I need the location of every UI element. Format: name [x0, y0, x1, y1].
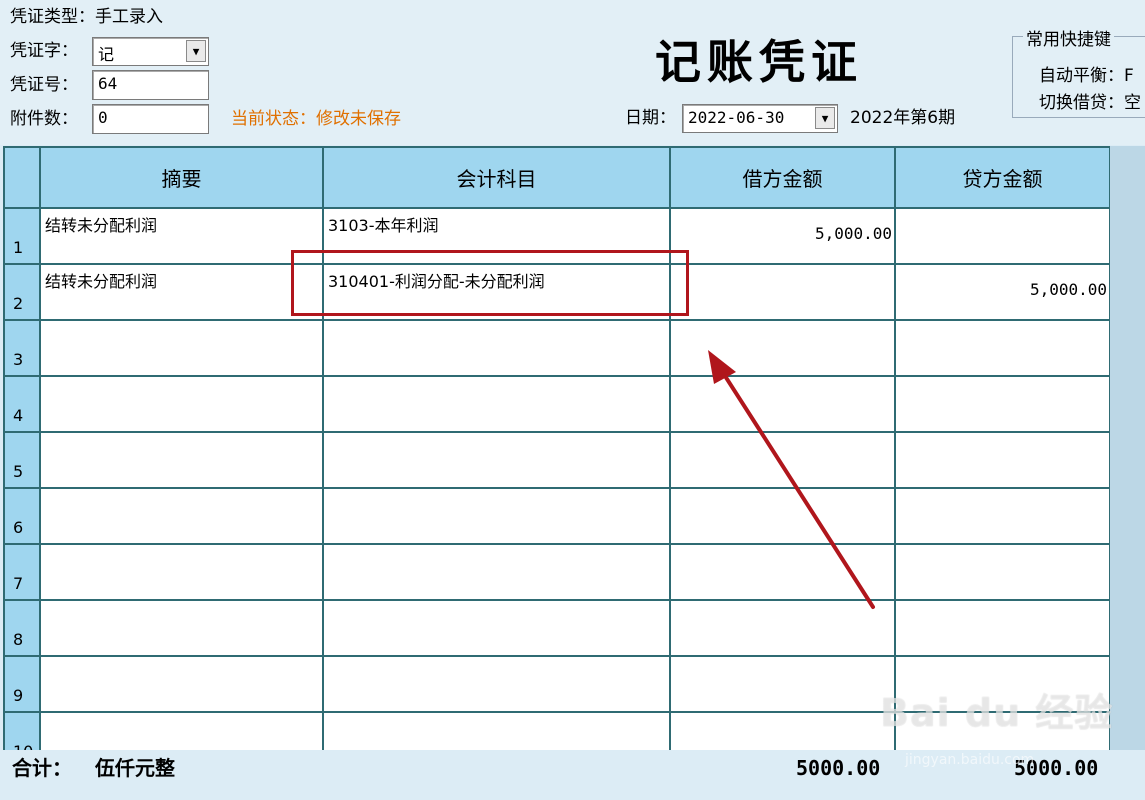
watermark-logo: Bai du 经验 — [880, 691, 1114, 735]
watermark-url: jingyan.baidu.com — [905, 752, 1035, 768]
total-label: 合计： — [12, 756, 72, 780]
total-in-words: 伍仟元整 — [95, 756, 175, 780]
annotation-arrow-icon — [708, 350, 875, 609]
total-debit: 5000.00 — [796, 756, 881, 780]
